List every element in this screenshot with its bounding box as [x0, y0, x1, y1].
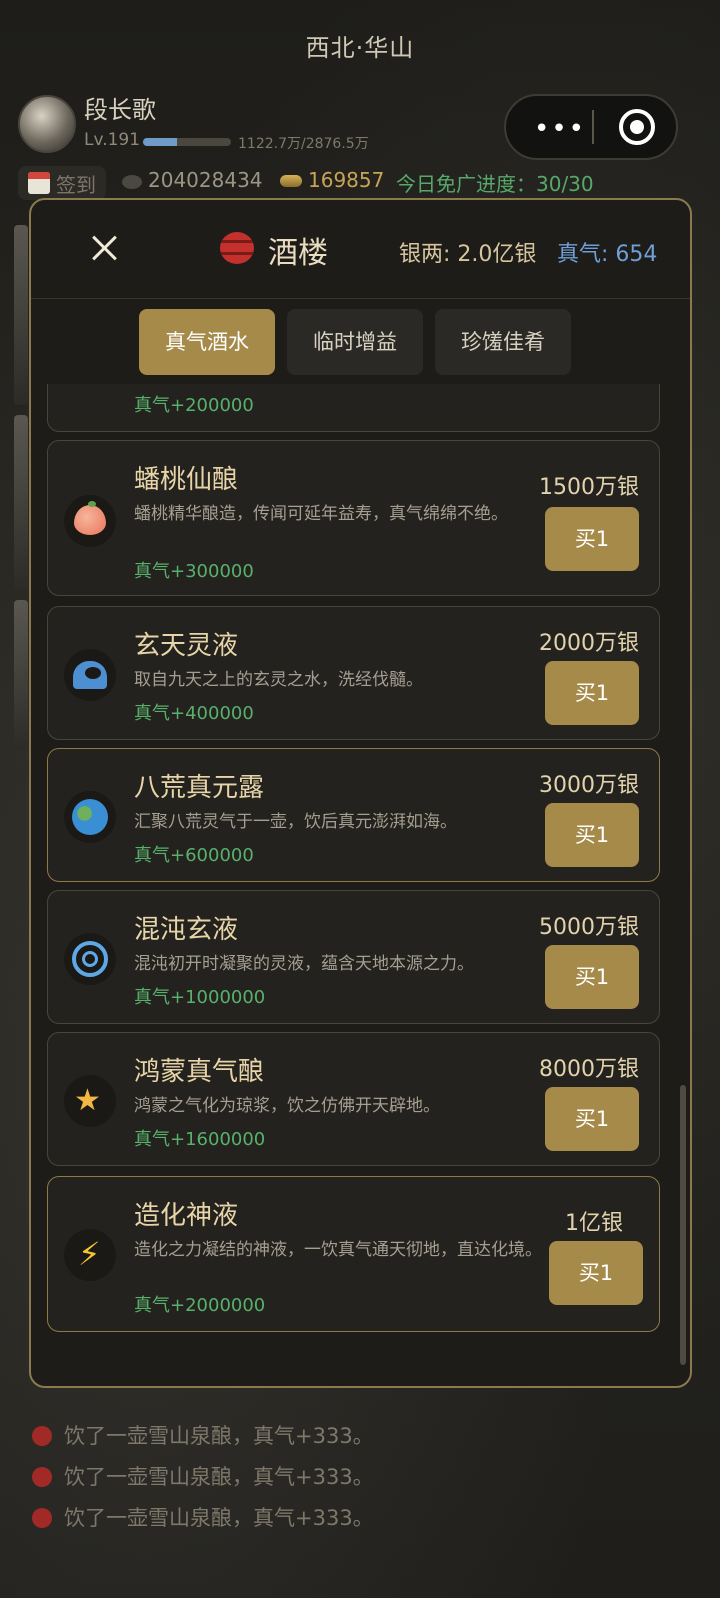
item-description: 汇聚八荒灵气于一壶，饮后真元澎湃如海。 — [134, 812, 457, 832]
log-line: 饮了一壶雪山泉酿，真气+333。 — [32, 1461, 374, 1491]
qi-balance: 真气: 654 — [557, 242, 658, 267]
tab-delicacies[interactable]: 珍馐佳肴 — [435, 309, 571, 375]
buy-button[interactable]: 买1 — [545, 507, 639, 571]
miniprogram-capsule: ••• — [504, 94, 678, 160]
xp-progress-fill — [143, 138, 178, 146]
item-list[interactable]: 真气+200000 买1 蟠桃仙酿 蟠桃精华酿造，传闻可延年益寿，真气绵绵不绝。… — [31, 384, 690, 1384]
player-name: 段长歌 — [84, 96, 156, 124]
cyclone-icon — [64, 933, 116, 985]
xp-progress-bar — [143, 138, 231, 146]
ad-progress: 今日免广进度：30/30 — [396, 172, 594, 196]
list-item: 真气+200000 买1 — [47, 384, 660, 432]
status-row: 签到 204028434 169857 今日免广进度：30/30 — [18, 166, 698, 200]
xp-text: 1122.7万/2876.5万 — [238, 136, 369, 152]
silver-balance: 银两: 2.0亿银 — [399, 242, 537, 267]
item-price: 1亿银 — [565, 1211, 623, 1236]
modal-title: 酒楼 — [268, 236, 328, 271]
list-item: 混沌玄液 混沌初开时凝聚的灵液，蕴含天地本源之力。 真气+1000000 500… — [47, 890, 660, 1024]
more-menu-icon[interactable]: ••• — [534, 114, 586, 144]
wine-jar-icon — [32, 1426, 52, 1446]
wine-jar-icon — [32, 1508, 52, 1528]
item-name: 造化神液 — [134, 1201, 239, 1231]
list-item: ⚡ 造化神液 造化之力凝结的神液，一饮真气通天彻地，直达化境。 真气+20000… — [47, 1176, 660, 1332]
item-name: 玄天灵液 — [134, 631, 239, 661]
wave-icon — [64, 649, 116, 701]
item-price: 2000万银 — [539, 631, 639, 656]
item-gain: 真气+2000000 — [134, 1295, 266, 1316]
item-description: 鸿蒙之气化为琼浆，饮之仿佛开天辟地。 — [134, 1096, 440, 1116]
item-gain: 真气+1600000 — [134, 1129, 266, 1150]
avatar[interactable] — [18, 95, 76, 153]
item-name: 鸿蒙真气酿 — [134, 1057, 265, 1087]
log-line: 饮了一壶雪山泉酿，真气+333。 — [32, 1502, 374, 1532]
item-price: 5000万银 — [539, 915, 639, 940]
shooting-star-icon: ★ — [64, 1075, 116, 1127]
item-price: 3000万银 — [539, 773, 639, 798]
item-gain: 真气+400000 — [134, 703, 254, 724]
item-description: 混沌初开时凝聚的灵液，蕴含天地本源之力。 — [134, 954, 474, 974]
side-thumbnail — [14, 225, 28, 405]
item-price: 8000万银 — [539, 1057, 639, 1082]
lightning-icon: ⚡ — [64, 1229, 116, 1281]
item-name: 蟠桃仙酿 — [134, 465, 239, 495]
lantern-icon — [220, 232, 254, 264]
item-name: 八荒真元露 — [134, 773, 265, 803]
player-level: Lv.191 — [84, 130, 141, 150]
item-gain: 真气+600000 — [134, 845, 254, 866]
item-description: 蟠桃精华酿造，传闻可延年益寿，真气绵绵不绝。 — [134, 504, 508, 524]
scrollbar[interactable] — [680, 1085, 686, 1365]
item-gain: 真气+300000 — [134, 561, 254, 582]
list-item: 玄天灵液 取自九天之上的玄灵之水，洗经伐髓。 真气+400000 2000万银 … — [47, 606, 660, 740]
checkin-button[interactable]: 签到 — [18, 166, 106, 200]
modal-header: 酒楼 银两: 2.0亿银 真气: 654 — [31, 200, 690, 299]
item-name: 混沌玄液 — [134, 915, 239, 945]
item-description: 造化之力凝结的神液，一饮真气通天彻地，直达化境。 — [134, 1240, 542, 1260]
globe-icon — [64, 791, 116, 843]
list-item: ★ 鸿蒙真气酿 鸿蒙之气化为琼浆，饮之仿佛开天辟地。 真气+1600000 80… — [47, 1032, 660, 1166]
peach-icon — [64, 495, 116, 547]
coin-count: 204028434 — [148, 168, 263, 192]
location-title: 西北·华山 — [305, 34, 415, 62]
coin-icon — [122, 175, 142, 189]
buy-button[interactable]: 买1 — [545, 661, 639, 725]
list-item: 蟠桃仙酿 蟠桃精华酿造，传闻可延年益寿，真气绵绵不绝。 真气+300000 15… — [47, 440, 660, 596]
buy-button[interactable]: 买1 — [545, 803, 639, 867]
side-thumbnail — [14, 415, 28, 590]
item-description: 取自九天之上的玄灵之水，洗经伐髓。 — [134, 670, 423, 690]
gold-count: 169857 — [308, 168, 385, 192]
list-item: 八荒真元露 汇聚八荒灵气于一壶，饮后真元澎湃如海。 真气+600000 3000… — [47, 748, 660, 882]
wine-jar-icon — [32, 1467, 52, 1487]
close-icon[interactable] — [87, 230, 123, 266]
capsule-divider — [592, 110, 594, 144]
side-thumbnail — [14, 600, 28, 750]
tab-qi-drinks[interactable]: 真气酒水 — [139, 309, 275, 375]
buy-button[interactable]: 买1 — [545, 1087, 639, 1151]
close-miniprogram-icon[interactable] — [619, 109, 655, 145]
log-line: 饮了一壶雪山泉酿，真气+333。 — [32, 1420, 374, 1450]
item-gain: 真气+200000 — [134, 395, 254, 416]
gold-ingot-icon — [280, 175, 302, 187]
calendar-icon — [28, 172, 50, 194]
item-gain: 真气+1000000 — [134, 987, 266, 1008]
checkin-label: 签到 — [56, 173, 96, 197]
tavern-modal: 酒楼 银两: 2.0亿银 真气: 654 真气酒水 临时增益 珍馐佳肴 真气+2… — [29, 198, 692, 1388]
buy-button[interactable]: 买1 — [545, 945, 639, 1009]
tab-bar: 真气酒水 临时增益 珍馐佳肴 — [31, 309, 690, 375]
tab-temporary-buffs[interactable]: 临时增益 — [287, 309, 423, 375]
buy-button[interactable]: 买1 — [549, 1241, 643, 1305]
item-price: 1500万银 — [539, 475, 639, 500]
